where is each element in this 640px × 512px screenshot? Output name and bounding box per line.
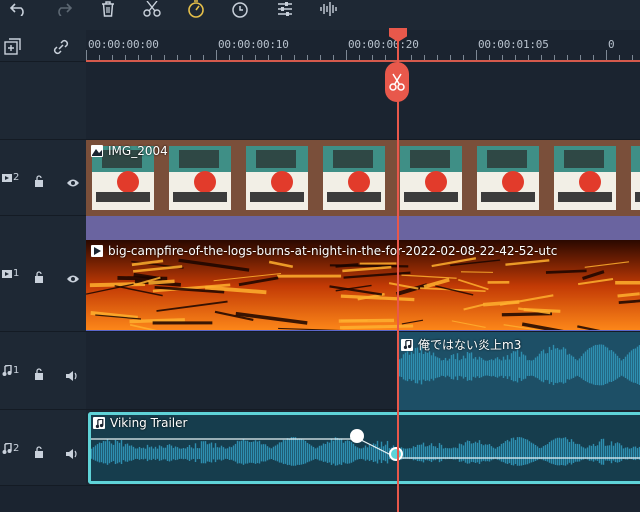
speaker-icon[interactable]: [66, 366, 78, 385]
audio-clip-2-name: Viking Trailer: [110, 416, 188, 430]
audio-icon[interactable]: [316, 0, 342, 18]
speaker-icon[interactable]: [66, 444, 78, 463]
redo-icon[interactable]: [50, 0, 76, 18]
audio-clip-2-label: Viking Trailer: [93, 416, 187, 430]
audio-clip-1-name: 俺ではない炎上m3: [418, 338, 522, 352]
volume-keyframe[interactable]: [350, 429, 364, 443]
track-header-tools: [0, 30, 86, 62]
track-number: 1: [13, 268, 20, 279]
track-header-audio-1: 1: [0, 332, 86, 410]
time-ruler[interactable]: 00:00:00:00 00:00:00:10 00:00:00:20 00:0…: [86, 30, 640, 62]
speed-icon[interactable]: [183, 0, 209, 18]
track-number: 1: [13, 365, 20, 376]
adjust-icon[interactable]: [272, 0, 298, 18]
video-clip-label: big-campfire-of-the-logs-burns-at-night-…: [91, 244, 557, 258]
track-header-video-2: 2: [0, 140, 86, 216]
undo-icon[interactable]: [6, 0, 32, 18]
duration-icon[interactable]: [227, 0, 253, 18]
lock-icon[interactable]: [34, 268, 44, 287]
track-number: 2: [13, 172, 20, 183]
link-icon[interactable]: [52, 38, 70, 60]
lane-audio-2[interactable]: Viking Trailer: [86, 410, 640, 486]
split-scissors-icon[interactable]: [385, 62, 409, 102]
video-track-icon: 2: [2, 172, 19, 183]
track-header-audio-2: 2: [0, 410, 86, 486]
empty-lane[interactable]: [86, 62, 640, 140]
ruler-ticks: [86, 50, 633, 60]
music-note-icon: 1: [2, 365, 19, 376]
lane-video-1[interactable]: big-campfire-of-the-logs-burns-at-night-…: [86, 240, 640, 332]
audio-clip-1-label: 俺ではない炎上m3: [401, 336, 521, 353]
music-note-icon: [401, 338, 413, 351]
video-editor: 2 1 1 2 00:00:00:00 00:00:00:10 00:00:00…: [0, 0, 640, 512]
image-clip[interactable]: [86, 140, 640, 216]
playhead[interactable]: [397, 30, 399, 512]
lane-audio-1[interactable]: 俺ではない炎上m3: [86, 332, 640, 410]
image-clip-thumbnails: [92, 146, 640, 210]
eye-icon[interactable]: [66, 173, 80, 192]
empty-lane-bottom[interactable]: [86, 486, 640, 512]
track-number: 2: [13, 443, 20, 454]
track-headers: 2 1 1 2: [0, 30, 86, 512]
image-clip-name: IMG_2004: [108, 144, 168, 158]
empty-track-header: [0, 62, 86, 140]
timeline-toolbar: [0, 0, 640, 30]
video-1-clip-header: [86, 216, 640, 240]
eye-icon[interactable]: [66, 269, 80, 288]
video-clip-name: big-campfire-of-the-logs-burns-at-night-…: [108, 244, 558, 258]
image-icon: [91, 145, 103, 157]
music-note-icon: 2: [2, 443, 19, 454]
track-header-video-1: 1: [0, 216, 86, 332]
timeline-area: IMG_2004 big-campfire-of-the-logs-burns-…: [86, 62, 640, 512]
lock-icon[interactable]: [34, 365, 44, 384]
cut-icon[interactable]: [139, 0, 165, 18]
add-track-icon[interactable]: [4, 38, 22, 60]
video-track-icon: 1: [2, 268, 19, 279]
play-icon: [91, 245, 103, 257]
volume-keyframe-selected[interactable]: [389, 447, 403, 461]
image-clip-label: IMG_2004: [91, 144, 168, 158]
music-note-icon: [93, 417, 105, 429]
lane-video-2[interactable]: IMG_2004: [86, 140, 640, 216]
lock-icon[interactable]: [34, 443, 44, 462]
delete-icon[interactable]: [95, 0, 121, 18]
lock-icon[interactable]: [34, 172, 44, 191]
